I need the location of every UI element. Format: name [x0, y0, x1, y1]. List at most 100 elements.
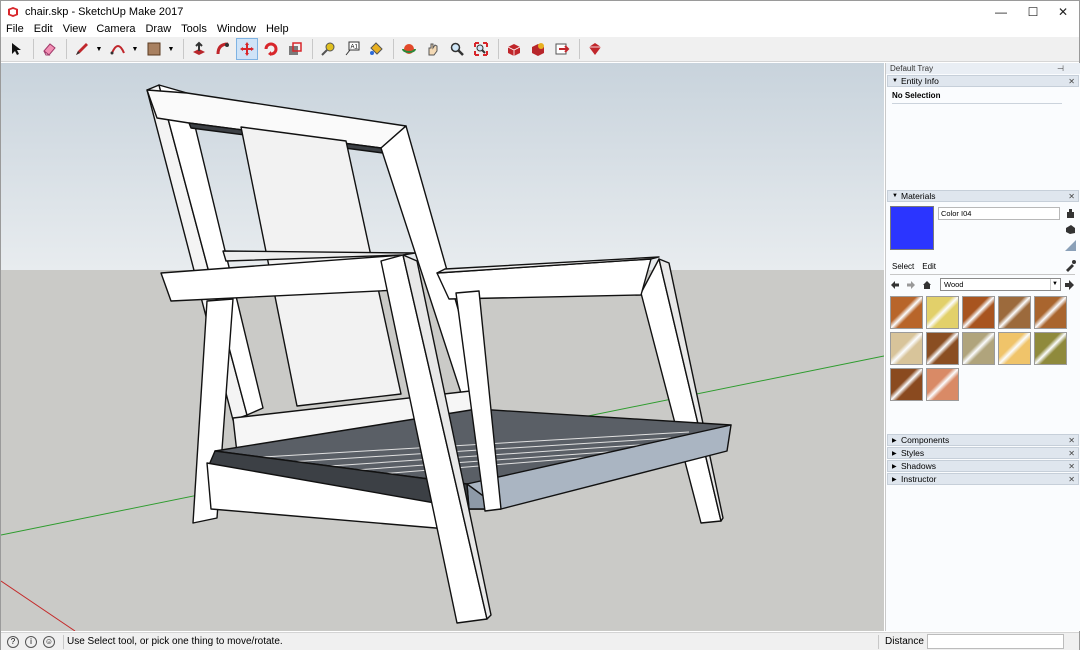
close-button[interactable]: ✕: [1045, 1, 1080, 22]
shapes-tool-icon[interactable]: [143, 38, 165, 60]
extension-warehouse-icon[interactable]: [527, 38, 549, 60]
forward-arrow-icon[interactable]: [906, 280, 916, 290]
eraser-tool-icon[interactable]: [38, 38, 60, 60]
3d-warehouse-icon[interactable]: [503, 38, 525, 60]
status-bar: ? i ☺ Use Select tool, or pick one thing…: [1, 632, 1079, 650]
material-swatch[interactable]: [926, 296, 959, 329]
scale-tool-icon[interactable]: [284, 38, 306, 60]
styles-header[interactable]: ▶ Styles ✕: [887, 447, 1079, 459]
orbit-tool-icon[interactable]: [398, 38, 420, 60]
measurements-input[interactable]: [927, 634, 1064, 649]
tab-select[interactable]: Select: [892, 262, 914, 271]
push-pull-tool-icon[interactable]: [188, 38, 210, 60]
zoom-extents-tool-icon[interactable]: [470, 38, 492, 60]
material-swatch[interactable]: [926, 368, 959, 401]
instructor-header[interactable]: ▶ Instructor ✕: [887, 473, 1079, 485]
follow-me-tool-icon[interactable]: [212, 38, 234, 60]
zoom-tool-icon[interactable]: [446, 38, 468, 60]
line-tool-dropdown-icon[interactable]: ▼: [95, 46, 103, 53]
home-icon[interactable]: [922, 280, 932, 290]
components-title: Components: [901, 435, 950, 445]
chevron-down-icon: ▼: [1050, 279, 1059, 290]
close-panel-icon[interactable]: ✕: [1068, 449, 1075, 458]
sketchup-window: chair.skp - SketchUp Make 2017 — ☐ ✕ Fil…: [0, 0, 1080, 650]
material-swatch[interactable]: [890, 332, 923, 365]
close-panel-icon[interactable]: ✕: [1068, 77, 1075, 86]
drawing-viewport[interactable]: [1, 63, 884, 631]
close-panel-icon[interactable]: ✕: [1068, 192, 1075, 201]
material-swatch[interactable]: [1034, 296, 1067, 329]
text-tool-icon[interactable]: A1: [341, 38, 363, 60]
tab-edit[interactable]: Edit: [922, 262, 936, 271]
toolbar-separator: [183, 39, 184, 59]
main-toolbar: ▼ ▼ ▼ A1: [1, 37, 1079, 62]
toolbar-separator: [66, 39, 67, 59]
rotate-tool-icon[interactable]: [260, 38, 282, 60]
chair-model-scene[interactable]: [1, 63, 884, 631]
material-swatch[interactable]: [890, 368, 923, 401]
eyedropper-icon[interactable]: [1064, 260, 1076, 272]
credits-icon[interactable]: i: [25, 635, 37, 648]
menu-tools[interactable]: Tools: [176, 22, 212, 37]
close-panel-icon[interactable]: ✕: [1068, 462, 1075, 471]
materials-header[interactable]: ▼ Materials ✕: [887, 190, 1079, 202]
current-material-swatch[interactable]: [890, 206, 934, 250]
tape-measure-tool-icon[interactable]: [317, 38, 339, 60]
status-separator: [63, 635, 64, 649]
material-swatch[interactable]: [926, 332, 959, 365]
select-tool-icon[interactable]: [5, 38, 27, 60]
menu-window[interactable]: Window: [212, 22, 261, 37]
menu-file[interactable]: File: [1, 22, 29, 37]
minimize-button[interactable]: —: [983, 1, 1019, 22]
material-swatch[interactable]: [890, 296, 923, 329]
menu-bar: File Edit View Camera Draw Tools Window …: [1, 22, 1079, 37]
menu-view[interactable]: View: [58, 22, 92, 37]
entity-info-title: Entity Info: [901, 76, 939, 86]
close-panel-icon[interactable]: ✕: [1068, 475, 1075, 484]
menu-edit[interactable]: Edit: [29, 22, 58, 37]
sketchup-app-icon: [8, 6, 18, 17]
shapes-tool-dropdown-icon[interactable]: ▼: [167, 46, 175, 53]
move-tool-icon[interactable]: [236, 38, 258, 60]
material-swatch[interactable]: [1034, 332, 1067, 365]
menu-draw[interactable]: Draw: [140, 22, 176, 37]
user-account-icon[interactable]: ☺: [43, 635, 55, 648]
components-header[interactable]: ▶ Components ✕: [887, 434, 1079, 446]
material-swatch[interactable]: [998, 296, 1031, 329]
pencil-line-tool-icon[interactable]: [71, 38, 93, 60]
geolocation-icon[interactable]: ?: [7, 635, 19, 648]
distance-label: Distance: [885, 636, 924, 647]
sample-paint-triangle-icon[interactable]: [1065, 240, 1076, 251]
send-to-layout-icon[interactable]: [551, 38, 573, 60]
back-arrow-icon[interactable]: [890, 280, 900, 290]
arc-tool-icon[interactable]: [107, 38, 129, 60]
library-value: Wood: [944, 280, 964, 289]
material-swatch-grid: [890, 296, 1070, 401]
instructor-title: Instructor: [901, 474, 937, 484]
details-arrow-icon[interactable]: [1064, 280, 1075, 290]
material-swatch[interactable]: [998, 332, 1031, 365]
material-swatch[interactable]: [962, 296, 995, 329]
paint-bucket-tool-icon[interactable]: [365, 38, 387, 60]
menu-camera[interactable]: Camera: [91, 22, 140, 37]
material-swatch[interactable]: [962, 332, 995, 365]
tab-divider: [890, 274, 1075, 275]
arc-tool-dropdown-icon[interactable]: ▼: [131, 46, 139, 53]
collapse-triangle-icon: ▼: [892, 78, 898, 84]
expand-triangle-icon: ▶: [892, 450, 897, 457]
extension-manager-icon[interactable]: [584, 38, 606, 60]
material-name-field[interactable]: Color I04: [938, 207, 1060, 220]
material-library-select[interactable]: Wood ▼: [940, 278, 1061, 291]
tray-title: Default Tray ⊣: [886, 63, 1080, 74]
close-panel-icon[interactable]: ✕: [1068, 436, 1075, 445]
shadows-header[interactable]: ▶ Shadows ✕: [887, 460, 1079, 472]
menu-help[interactable]: Help: [261, 22, 294, 37]
toolbar-separator: [579, 39, 580, 59]
tray-pin-icon[interactable]: ⊣: [1057, 64, 1064, 73]
create-material-icon[interactable]: [1065, 208, 1076, 219]
materials-title: Materials: [901, 191, 936, 201]
expand-triangle-icon: ▶: [892, 463, 897, 470]
display-secondary-pane-icon[interactable]: [1065, 224, 1076, 235]
pan-tool-icon[interactable]: [422, 38, 444, 60]
entity-info-header[interactable]: ▼ Entity Info ✕: [887, 75, 1079, 87]
